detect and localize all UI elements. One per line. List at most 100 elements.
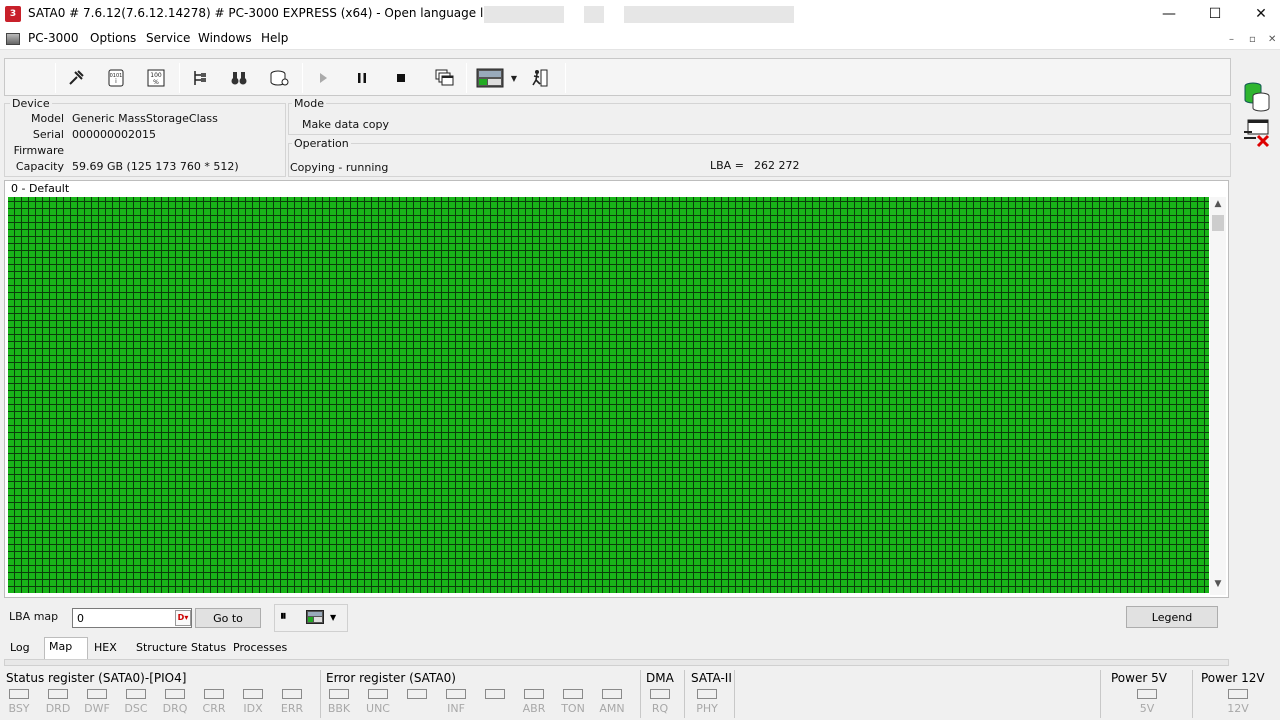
operation-status: Copying - running [290,161,389,174]
app-icon: 3 [5,6,21,22]
model-label: Model [30,112,64,125]
status-separator [734,670,735,718]
amn-indicator [602,689,622,699]
scroll-up-icon[interactable]: ▲ [1210,199,1226,213]
lba-input-selector-button[interactable]: D▾ [175,610,191,626]
drd-indicator [48,689,68,699]
play-icon[interactable] [312,67,334,89]
view-tabs: Log Map HEX Structure Status Processes [4,637,1229,659]
dsc-label: DSC [124,702,148,715]
menu-help[interactable]: Help [261,31,288,45]
toolbar-separator [302,63,303,93]
sata2-phy-label: PHY [696,702,718,715]
info-panel: Device Model Generic MassStorageClass Se… [4,97,1231,177]
minimize-button[interactable]: — [1146,0,1192,28]
err-label: ERR [280,702,304,715]
toolbar-separator [55,63,56,93]
legend-button[interactable]: Legend [1126,606,1218,628]
mdi-minimize-button[interactable]: – [1229,34,1234,45]
toolbar-separator [466,63,467,93]
mdi-restore-button[interactable]: ▫ [1249,34,1256,45]
map-view-icon[interactable] [306,610,324,624]
drq-indicator [165,689,185,699]
tab-log[interactable]: Log [6,639,34,659]
title-bar: 3 SATA0 # 7.6.12(7.6.12.14278) # PC-3000… [0,0,1280,28]
pause-icon[interactable] [351,67,373,89]
menu-windows[interactable]: Windows [198,31,252,45]
copy-windows-icon[interactable] [433,67,455,89]
redacted-license [624,6,794,23]
error-register-title: Error register (SATA0) [326,671,456,685]
scroll-down-icon[interactable]: ▼ [1210,579,1226,593]
scroll-thumb[interactable] [1212,215,1224,231]
map-vertical-scrollbar[interactable]: ▲ ▼ [1210,197,1226,595]
power5-label: 5V [1139,702,1155,715]
binoculars-icon[interactable] [228,67,250,89]
ton-indicator [563,689,583,699]
bsy-label: BSY [8,702,30,715]
toolbar: 0101 i 100% ▼ [4,58,1231,96]
crr-label: CRR [202,702,226,715]
tab-map[interactable]: Map [44,637,88,659]
power12-indicator [1228,689,1248,699]
tab-processes[interactable]: Processes [229,639,291,659]
drd-label: DRD [45,702,71,715]
disconnect-icon[interactable] [1242,118,1272,148]
menu-options[interactable]: Options [90,31,136,45]
toolbar-separator [179,63,180,93]
go-to-button[interactable]: Go to [195,608,261,628]
operation-group-title: Operation [292,137,351,150]
menu-service[interactable]: Service [146,31,190,45]
status-register-title: Status register (SATA0)-[PIO4] [6,671,187,685]
ton-label: TON [561,702,585,715]
tab-hex[interactable]: HEX [90,639,121,659]
window-title: SATA0 # 7.6.12(7.6.12.14278) # PC-3000 E… [28,6,530,20]
capacity-value: 59.69 GB (125 173 760 * 512) [72,160,239,173]
abr-indicator [524,689,544,699]
horizontal-scrollbar[interactable] [4,659,1229,666]
sata2-title: SATA-II [691,671,732,685]
percent-icon[interactable]: 100% [145,67,167,89]
status-separator [1100,670,1101,718]
tab-structure[interactable]: Structure [132,639,191,659]
crr-indicator [204,689,224,699]
lba-value: 262 272 [754,159,800,172]
close-button[interactable]: ✕ [1238,0,1280,28]
menu-pc3000[interactable]: PC-3000 [28,31,78,45]
monitor-dropdown-icon[interactable] [475,67,505,89]
drq-label: DRQ [162,702,188,715]
serial-value: 000000002015 [72,128,156,141]
mdi-close-button[interactable]: ✕ [1268,34,1276,45]
dwf-indicator [87,689,107,699]
amn-label: AMN [599,702,625,715]
map-view-chevron-down-icon[interactable]: ▼ [330,613,336,622]
unc-indicator [368,689,388,699]
svg-text:100: 100 [150,72,162,79]
lba-map-bar: LBA map D▾ Go to ⏸ ▼ Legend [4,600,1229,634]
sata2-phy-indicator [697,689,717,699]
tree-icon[interactable] [189,67,211,89]
status-separator [320,670,321,718]
maximize-button[interactable]: ☐ [1192,0,1238,28]
tools-icon[interactable] [65,67,87,89]
status-separator [684,670,685,718]
dma-title: DMA [646,671,674,685]
idx-indicator [243,689,263,699]
device-group-title: Device [10,97,52,110]
toolbar-separator [565,63,566,93]
error-bit-indicator [407,689,427,699]
tab-status[interactable]: Status [187,639,230,659]
lba-map-grid[interactable] [8,197,1209,593]
chevron-down-icon[interactable]: ▼ [508,67,520,89]
disk-icon[interactable] [268,67,290,89]
pc3000-menu-icon[interactable] [6,33,20,45]
inf-indicator [446,689,466,699]
run-exit-icon[interactable] [529,67,551,89]
database-icon[interactable] [1242,80,1272,112]
sector-icon[interactable]: 0101 i [105,67,127,89]
map-pause-button[interactable]: ⏸ [280,609,287,624]
lba-label: LBA = [710,159,744,172]
stop-icon[interactable] [390,67,412,89]
lba-map-input[interactable] [72,608,192,628]
idx-label: IDX [243,702,263,715]
